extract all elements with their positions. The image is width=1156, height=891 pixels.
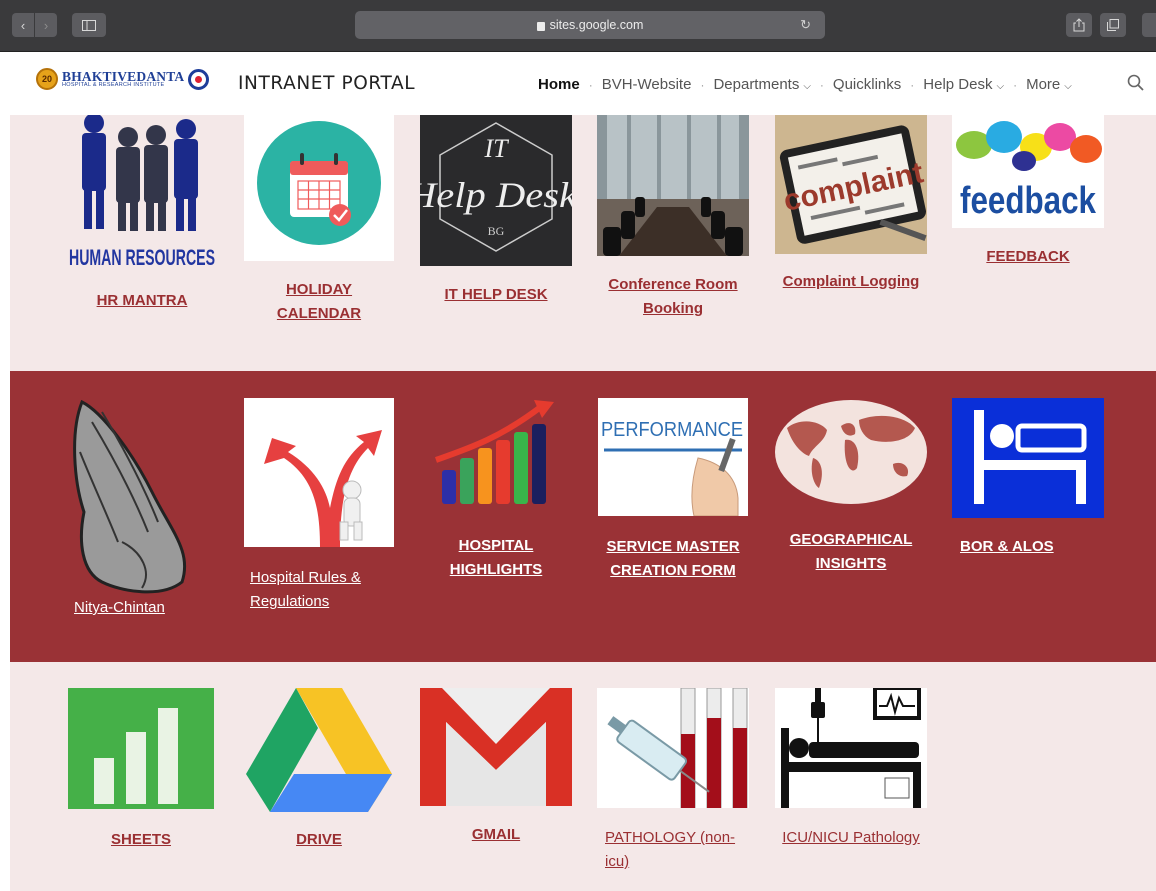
logo-sub-text: HOSPITAL & RESEARCH INSTITUTE bbox=[62, 82, 165, 88]
nav-more-label: More bbox=[1026, 76, 1061, 93]
nav-separator: · bbox=[588, 77, 593, 92]
icu-nicu-link[interactable]: ICU/NICU Pathology bbox=[775, 826, 927, 850]
geographical-insights-link[interactable]: GEOGRAPHICAL INSIGHTS bbox=[775, 528, 927, 576]
pathology-link[interactable]: PATHOLOGY (non- icu) bbox=[605, 826, 745, 874]
nav-separator: · bbox=[910, 77, 915, 92]
forward-button[interactable]: › bbox=[35, 13, 57, 37]
hospital-highlights-line1: HOSPITAL bbox=[458, 537, 534, 554]
sheets-image[interactable] bbox=[68, 688, 214, 809]
icu-nicu-image[interactable] bbox=[775, 688, 927, 808]
top-nav: Home · BVH-Website · Departments ⌵ · Quic… bbox=[538, 76, 1072, 93]
it-image-it: IT bbox=[483, 134, 509, 163]
holiday-calendar-line2: CALENDAR bbox=[276, 305, 362, 322]
share-button[interactable] bbox=[1066, 13, 1092, 37]
nav-home[interactable]: Home bbox=[538, 76, 580, 93]
nav-separator: · bbox=[819, 77, 824, 92]
hr-image-text: HUMAN RESOURCES bbox=[69, 245, 215, 270]
hr-mantra-image[interactable]: HUMAN RESOURCES bbox=[66, 115, 218, 270]
hospital-logo[interactable]: 20 BHAKTIVEDANTA HOSPITAL & RESEARCH INS… bbox=[36, 68, 210, 90]
nav-help-desk[interactable]: Help Desk ⌵ bbox=[923, 76, 1004, 93]
nav-departments[interactable]: Departments ⌵ bbox=[713, 76, 810, 93]
search-icon[interactable] bbox=[1126, 73, 1146, 93]
sheets-link[interactable]: SHEETS bbox=[68, 828, 214, 852]
pathology-line1: PATHOLOGY (non- bbox=[605, 829, 736, 846]
nav-separator: · bbox=[1013, 77, 1018, 92]
new-tab-button[interactable] bbox=[1142, 13, 1156, 37]
back-button[interactable]: ‹ bbox=[12, 13, 34, 37]
geographical-insights-line2: INSIGHTS bbox=[815, 555, 887, 572]
address-bar[interactable]: sites.google.com ↻ bbox=[355, 11, 825, 39]
pathology-image[interactable] bbox=[597, 688, 749, 808]
it-image-help: Help Desk bbox=[420, 175, 572, 215]
hospital-rules-link[interactable]: Hospital Rules & Regulations bbox=[250, 566, 400, 614]
hospital-highlights-link[interactable]: HOSPITAL HIGHLIGHTS bbox=[420, 534, 572, 582]
tabs-icon bbox=[1107, 19, 1119, 31]
service-master-line1: SERVICE MASTER bbox=[606, 538, 740, 555]
it-image-bg: BG bbox=[488, 224, 505, 238]
conference-room-line1: Conference Room bbox=[608, 276, 738, 293]
nitya-chintan-link[interactable]: Nitya-Chintan bbox=[74, 596, 214, 620]
nav-more[interactable]: More ⌵ bbox=[1026, 76, 1072, 93]
chevron-down-icon: ⌵ bbox=[803, 81, 811, 92]
bor-alos-image[interactable] bbox=[952, 398, 1104, 518]
gmail-link[interactable]: GMAIL bbox=[420, 823, 572, 847]
nav-bvh-website[interactable]: BVH-Website bbox=[602, 76, 692, 93]
holiday-calendar-link[interactable]: HOLIDAY CALENDAR bbox=[244, 278, 394, 326]
sidebar-toggle-button[interactable] bbox=[72, 13, 106, 37]
complaint-logging-link[interactable]: Complaint Logging bbox=[775, 270, 927, 294]
page-title[interactable]: INTRANET PORTAL bbox=[238, 73, 415, 94]
tabs-overview-button[interactable] bbox=[1100, 13, 1126, 37]
nav-help-desk-label: Help Desk bbox=[923, 76, 993, 93]
hospital-highlights-line2: HIGHLIGHTS bbox=[449, 561, 543, 578]
service-master-link[interactable]: SERVICE MASTER CREATION FORM bbox=[598, 535, 748, 583]
pathology-line2: icu) bbox=[605, 853, 630, 870]
gmail-image[interactable] bbox=[420, 688, 572, 806]
drive-image[interactable] bbox=[246, 688, 392, 812]
anniversary-badge: 20 bbox=[36, 68, 58, 90]
hr-mantra-link[interactable]: HR MANTRA bbox=[74, 289, 210, 313]
reload-icon[interactable]: ↻ bbox=[800, 17, 811, 33]
holiday-calendar-image[interactable] bbox=[244, 115, 394, 261]
complaint-logging-image[interactable]: complaint bbox=[775, 115, 927, 254]
feedback-link[interactable]: FEEDBACK bbox=[952, 245, 1104, 269]
holiday-calendar-line1: HOLIDAY bbox=[285, 281, 353, 298]
feedback-image-text: feedback bbox=[960, 180, 1097, 222]
chevron-down-icon: ⌵ bbox=[996, 81, 1005, 92]
hospital-rules-line2: Regulations bbox=[250, 593, 330, 610]
nav-quicklinks[interactable]: Quicklinks bbox=[833, 76, 901, 93]
it-help-desk-image[interactable]: IT Help Desk BG bbox=[420, 115, 572, 266]
drive-link[interactable]: DRIVE bbox=[244, 828, 394, 852]
service-master-image[interactable]: PERFORMANCE bbox=[598, 398, 748, 516]
service-image-text: PERFORMANCE bbox=[601, 419, 743, 441]
nav-departments-label: Departments bbox=[713, 76, 800, 93]
geographical-insights-line1: GEOGRAPHICAL bbox=[789, 531, 913, 548]
conference-room-line2: Booking bbox=[643, 300, 703, 317]
hospital-highlights-image[interactable] bbox=[430, 398, 560, 508]
url-text: sites.google.com bbox=[549, 18, 644, 32]
feedback-image[interactable]: feedback bbox=[952, 115, 1104, 228]
hospital-rules-image[interactable] bbox=[244, 398, 394, 547]
conference-room-image[interactable] bbox=[597, 115, 749, 256]
nav-separator: · bbox=[700, 77, 705, 92]
it-help-desk-link[interactable]: IT HELP DESK bbox=[420, 283, 572, 307]
nitya-chintan-image[interactable] bbox=[62, 392, 212, 600]
share-icon bbox=[1073, 18, 1085, 32]
geographical-insights-image[interactable] bbox=[775, 398, 927, 506]
logo-seal-icon bbox=[188, 68, 210, 90]
chevron-down-icon: ⌵ bbox=[1064, 81, 1072, 92]
hospital-rules-line1: Hospital Rules & bbox=[250, 569, 361, 586]
sidebar-icon bbox=[82, 19, 96, 31]
bor-alos-link[interactable]: BOR & ALOS bbox=[960, 535, 1100, 559]
site-header: 20 BHAKTIVEDANTA HOSPITAL & RESEARCH INS… bbox=[0, 53, 1156, 115]
service-master-line2: CREATION FORM bbox=[610, 562, 736, 579]
conference-room-link[interactable]: Conference Room Booking bbox=[597, 273, 749, 321]
browser-toolbar: ‹ › sites.google.com ↻ bbox=[0, 0, 1156, 52]
lock-icon bbox=[536, 21, 545, 31]
logo-brand-text: BHAKTIVEDANTA bbox=[62, 68, 185, 84]
